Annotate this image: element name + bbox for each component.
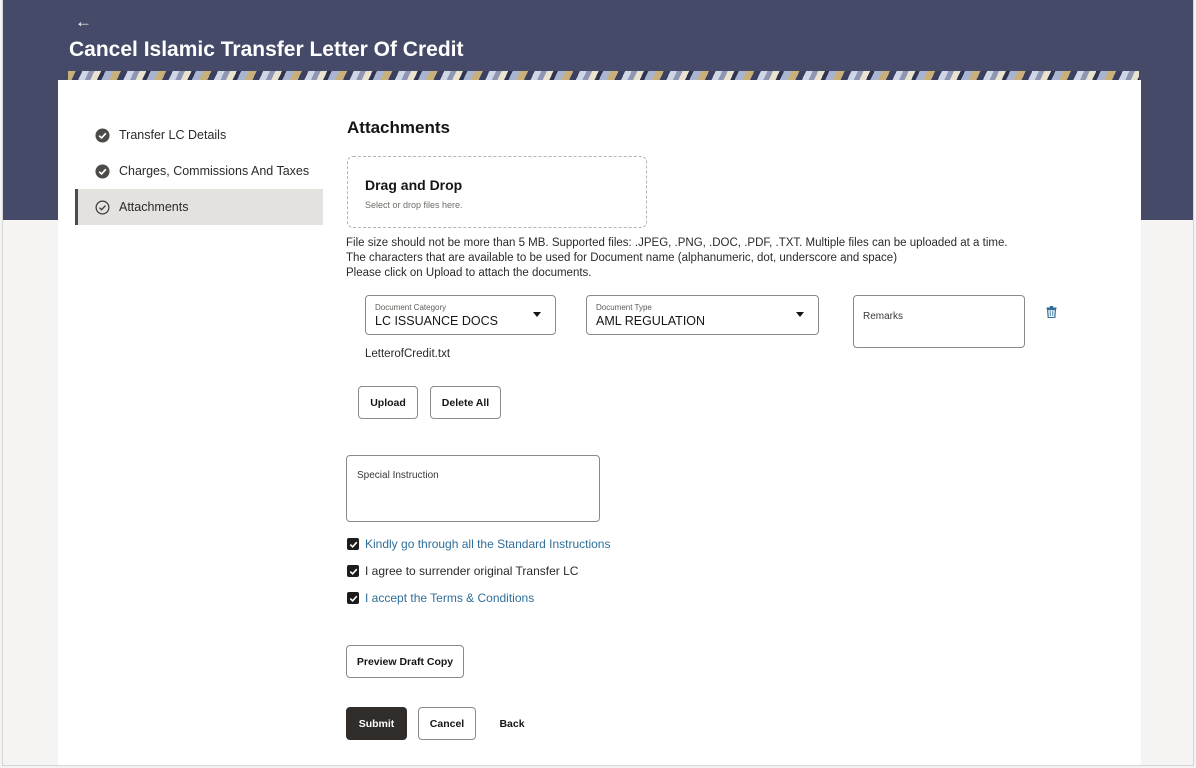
surrender-original-label: I agree to surrender original Transfer L… [365, 564, 579, 578]
checkbox-checked-icon[interactable] [347, 592, 359, 604]
checkbox-terms-conditions[interactable]: I accept the Terms & Conditions [347, 591, 534, 605]
section-title: Attachments [347, 118, 450, 137]
trash-icon[interactable] [1046, 305, 1057, 319]
app-frame: ← Cancel Islamic Transfer Letter Of Cred… [2, 0, 1194, 766]
step-label: Charges, Commissions And Taxes [119, 164, 310, 178]
steps-sidebar: Transfer LC Details Charges, Commissions… [75, 117, 323, 225]
info-line: The characters that are available to be … [346, 252, 898, 264]
step-transfer-lc-details[interactable]: Transfer LC Details [75, 117, 323, 153]
document-category-value: LC ISSUANCE DOCS [375, 314, 498, 328]
dropzone-title: Drag and Drop [365, 177, 463, 193]
remarks-field[interactable]: Remarks [853, 295, 1025, 348]
document-category-select[interactable]: Document Category LC ISSUANCE DOCS [365, 295, 556, 335]
checkbox-checked-icon[interactable] [347, 565, 359, 577]
uploaded-file-name: LetterofCredit.txt [365, 348, 451, 360]
document-type-label: Document Type [596, 303, 652, 312]
check-circle-outline-icon [95, 200, 110, 215]
preview-draft-copy-button[interactable]: Preview Draft Copy [346, 645, 464, 678]
file-dropzone[interactable]: Drag and Drop Select or drop files here. [347, 156, 647, 228]
upload-button[interactable]: Upload [358, 386, 418, 419]
document-category-label: Document Category [375, 303, 447, 312]
upload-info: File size should not be more than 5 MB. … [346, 236, 1008, 281]
checkbox-standard-instructions[interactable]: Kindly go through all the Standard Instr… [347, 537, 610, 551]
info-line: File size should not be more than 5 MB. … [346, 237, 1008, 249]
dropzone-hint: Select or drop files here. [365, 200, 463, 210]
document-type-value: AML REGULATION [596, 314, 706, 328]
step-attachments[interactable]: Attachments [75, 189, 323, 225]
checkbox-surrender-original[interactable]: I agree to surrender original Transfer L… [347, 564, 578, 578]
special-instruction-field[interactable]: Special Instruction [346, 455, 600, 522]
arrow-left-icon[interactable]: ← [75, 10, 92, 34]
page-title: Cancel Islamic Transfer Letter Of Credit [69, 38, 464, 61]
terms-conditions-link[interactable]: I accept the Terms & Conditions [365, 591, 534, 605]
check-circle-filled-icon [95, 163, 110, 179]
step-label: Transfer LC Details [119, 128, 227, 142]
document-type-select[interactable]: Document Type AML REGULATION [586, 295, 819, 335]
delete-all-button[interactable]: Delete All [430, 386, 501, 419]
step-charges-commissions-taxes[interactable]: Charges, Commissions And Taxes [75, 153, 323, 189]
check-circle-filled-icon [95, 127, 110, 143]
checkbox-checked-icon[interactable] [347, 538, 359, 550]
back-button[interactable]: Back [489, 707, 535, 740]
info-line: Please click on Upload to attach the doc… [346, 267, 592, 279]
remarks-placeholder: Remarks [863, 311, 904, 322]
chevron-down-icon [533, 312, 541, 317]
cancel-button[interactable]: Cancel [418, 707, 476, 740]
step-label: Attachments [119, 200, 189, 214]
submit-button[interactable]: Submit [346, 707, 407, 740]
special-instruction-placeholder: Special Instruction [357, 470, 439, 481]
chevron-down-icon [796, 312, 804, 317]
standard-instructions-link[interactable]: Kindly go through all the Standard Instr… [365, 537, 610, 551]
